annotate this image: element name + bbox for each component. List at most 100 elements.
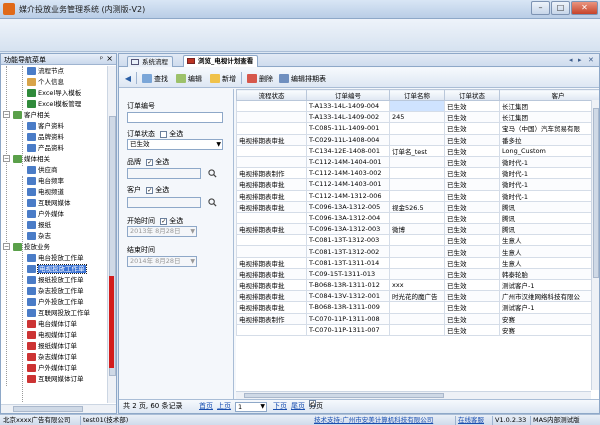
nav-item[interactable]: 电台媒体订单 [27,319,77,329]
grid-horizontal-scrollbar[interactable] [236,391,591,399]
nav-item[interactable]: 互联网媒体 [27,198,71,208]
tab-scroll-right-icon[interactable]: ▸ [578,56,582,64]
tab-scroll-left-icon[interactable]: ◂ [569,56,573,64]
nav-horizontal-scrollbar[interactable] [1,404,116,413]
table-row[interactable]: 电视排期表制作 T-C070-11P-1311-008 已生效 安赛 [236,312,599,325]
brand-input[interactable] [127,168,201,179]
nav-item[interactable]: 户外媒体订单 [27,363,77,373]
nav-item[interactable]: 品牌资料 [27,132,64,142]
table-row[interactable]: T-C112-14M-1404-001 已生效 微时代-1 [236,155,599,169]
nav-item[interactable]: − 客户相关 [3,110,50,120]
end-time-picker[interactable]: 2014年 8月28日 ▼ [127,256,197,267]
table-row[interactable]: T-C134-12E-1408-001 订单名_test 已生效 Long_Custo… [236,144,599,157]
table-row[interactable]: T-C070-11P-1311-007 已生效 安赛 [236,323,599,336]
nav-item[interactable]: − 投放业务 [3,242,50,252]
column-header[interactable]: 流程状态 [236,89,307,101]
order-status-select-all-checkbox[interactable] [160,130,168,138]
nav-item[interactable]: 电视投放工作单 [27,264,87,274]
tab-tv-plan-view[interactable]: 浏览_电视计划查看 [183,55,259,67]
table-cell: T-C084-13V-1312-001 [306,290,390,303]
tech-support-link[interactable]: 技术支持:广州市安美计算机科技有限公司 [314,415,433,425]
nav-item[interactable]: 杂志 [27,231,51,241]
edit-button[interactable]: 编辑 [173,71,206,85]
tab-system-flow[interactable]: 系统流程 [127,56,173,67]
table-row[interactable]: 电视排期表审批 T-B068-13R-1311-012 xxx 已生效 测试客户-1 [236,278,599,292]
nav-item[interactable]: 产品资料 [27,143,64,153]
table-row[interactable]: T-A133-14L-1409-002 245 已生效 长江集团 [236,111,599,124]
brand-search-icon[interactable] [208,169,217,178]
nav-item[interactable]: 互联网投放工作单 [27,308,90,318]
table-row[interactable]: 电视排期表审批 T-C096-13A-1312-003 微博 已生效 腾讯 [236,223,599,236]
order-status-select[interactable]: 已生效 ▼ [127,139,223,150]
collapse-icon[interactable]: − [3,111,10,118]
table-row[interactable]: 电视排期表审批 T-C081-13T-1311-014 已生效 生意人 [236,256,599,269]
time-select-all-checkbox[interactable]: ✓ [160,217,168,225]
nav-item[interactable]: 电视媒体订单 [27,330,77,340]
table-row[interactable]: T-C096-13A-1312-004 已生效 腾讯 [236,211,599,225]
edit-schedule-button[interactable]: 编辑排期表 [276,71,330,85]
customer-input[interactable] [127,197,201,208]
brand-select-all-checkbox[interactable]: ✓ [146,158,154,166]
table-cell: 时光花的魔广告 [389,290,445,303]
table-row[interactable]: 电视排期表制作 T-C112-14M-1403-002 已生效 微时代-1 [236,167,599,180]
table-row[interactable]: T-A133-14L-1409-004 已生效 长江集团 [236,99,599,113]
table-row[interactable]: 电视排期表审批 T-C09-15T-1311-013 已生效 韩泰轮胎 [236,267,599,281]
column-header[interactable]: 订单名称 [389,89,445,101]
search-button[interactable]: 查找 [139,71,172,85]
nav-item[interactable]: 电台频率 [27,176,64,186]
nav-item[interactable]: 杂志投放工作单 [27,286,84,296]
close-button[interactable]: ✕ [571,1,598,15]
back-button[interactable]: ◀ [122,71,134,85]
customer-search-icon[interactable] [208,198,217,207]
column-header[interactable]: 客户 [499,89,599,101]
pager: 共 2 页, 60 条记录 首页 上页 1 ▼ 下页 尾页 ✓ 分页 [119,399,599,413]
table-row[interactable]: 电视排期表审批 T-B068-13R-1311-009 已生效 测试客户-1 [236,301,599,314]
nav-item[interactable]: 供应商 [27,165,58,175]
table-row[interactable]: T-C081-13T-1312-003 已生效 生意人 [236,234,599,247]
collapse-icon[interactable]: − [3,155,10,162]
first-page-link[interactable]: 首页 [199,400,213,413]
table-row[interactable]: 电视排期表审批 T-C112-14M-1403-001 已生效 微时代-1 [236,178,599,191]
column-header[interactable]: 订单状态 [444,89,500,101]
tab-close-icon[interactable]: ✕ [588,56,594,64]
minimize-button[interactable]: – [531,1,550,15]
last-page-link[interactable]: 尾页 [291,400,305,413]
order-icon [27,364,36,372]
nav-item[interactable]: 电视频道 [27,187,64,197]
online-service-link[interactable]: 在线客服 [458,415,484,425]
nav-item[interactable]: 户外投放工作单 [27,297,84,307]
prev-page-link[interactable]: 上页 [217,400,231,413]
nav-item[interactable]: 电台投放工作单 [27,253,84,263]
nav-item[interactable]: 报纸 [27,220,51,230]
customer-select-all-checkbox[interactable]: ✓ [146,186,154,194]
maximize-button[interactable]: □ [551,1,570,15]
table-row[interactable]: T-C085-11L-1409-001 已生效 宝马（中国）汽车贸易有限 [236,122,599,135]
nav-item[interactable]: 个人信息 [27,77,64,87]
column-header[interactable]: 订单编号 [306,89,390,101]
nav-item[interactable]: 报纸投放工作单 [27,275,84,285]
nav-item[interactable]: 杂志媒体订单 [27,352,77,362]
table-row[interactable]: 电视排期表审批 T-C084-13V-1312-001 时光花的魔广告 已生效 广州市汉… [236,290,599,303]
table-row[interactable]: T-C081-13T-1312-002 已生效 生意人 [236,245,599,258]
nav-item[interactable]: 客户资料 [27,121,64,131]
nav-item[interactable]: 报纸媒体订单 [27,341,77,351]
next-page-link[interactable]: 下页 [273,400,287,413]
page-number-select[interactable]: 1 ▼ [235,402,267,412]
nav-item[interactable]: 互联网媒体订单 [27,374,84,384]
pin-icon[interactable]: ᵖ [100,55,103,63]
grid-vertical-scrollbar[interactable] [591,100,599,390]
nav-item[interactable]: Excel模板管理 [27,99,81,109]
nav-item[interactable]: − 媒体相关 [3,154,50,164]
nav-item[interactable]: 户外媒体 [27,209,64,219]
nav-item[interactable]: Excel导入模板 [27,88,81,98]
collapse-icon[interactable]: − [3,243,10,250]
start-time-picker[interactable]: 2013年 8月28日 ▼ [127,226,197,237]
add-button[interactable]: 新增 [207,71,240,85]
nav-panel-close-icon[interactable]: × [106,54,113,63]
table-row[interactable]: 电视排期表审批 T-C112-14M-1312-006 已生效 微时代-1 [236,189,599,202]
table-row[interactable]: 电视排期表审批 T-C096-13A-1312-005 视金526.5 已生效 腾讯 [236,200,599,213]
nav-item[interactable]: 流程节点 [27,66,64,76]
table-row[interactable]: 电视排期表审批 T-C029-11L-1408-004 已生效 番多拉 [236,133,599,146]
order-no-input[interactable] [127,112,223,123]
delete-button[interactable]: 删除 [244,71,277,85]
